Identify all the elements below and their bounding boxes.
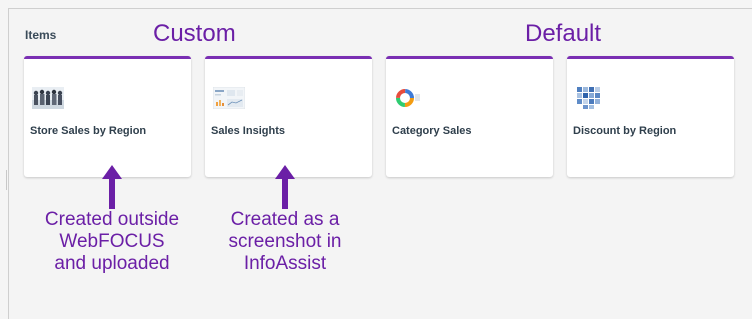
annotation-custom: Custom	[153, 20, 236, 47]
people-photo-thumbnail	[32, 87, 64, 109]
up-arrow-icon	[275, 165, 295, 209]
scroll-edge-marker	[6, 170, 11, 190]
section-label-items: Items	[25, 28, 57, 42]
card-title: Discount by Region	[573, 125, 677, 137]
dashboard-screenshot-thumbnail	[213, 87, 245, 109]
item-card-store-sales-by-region[interactable]: Store Sales by Region	[24, 56, 191, 177]
card-title: Sales Insights	[211, 125, 285, 137]
annotation-default: Default	[525, 20, 602, 47]
annotation-note-uploaded: Created outside WebFOCUS and uploaded	[44, 209, 180, 274]
item-card-discount-by-region[interactable]: Discount by Region	[567, 56, 734, 177]
heatmap-grid-icon	[577, 87, 600, 109]
card-title: Category Sales	[392, 125, 472, 137]
item-card-sales-insights[interactable]: Sales Insights	[205, 56, 372, 177]
annotation-note-screenshot: Created as a screenshot in InfoAssist	[228, 209, 342, 274]
up-arrow-icon	[102, 165, 122, 209]
item-card-category-sales[interactable]: Category Sales	[386, 56, 553, 177]
ring-chart-icon	[396, 89, 420, 107]
card-title: Store Sales by Region	[30, 125, 147, 137]
